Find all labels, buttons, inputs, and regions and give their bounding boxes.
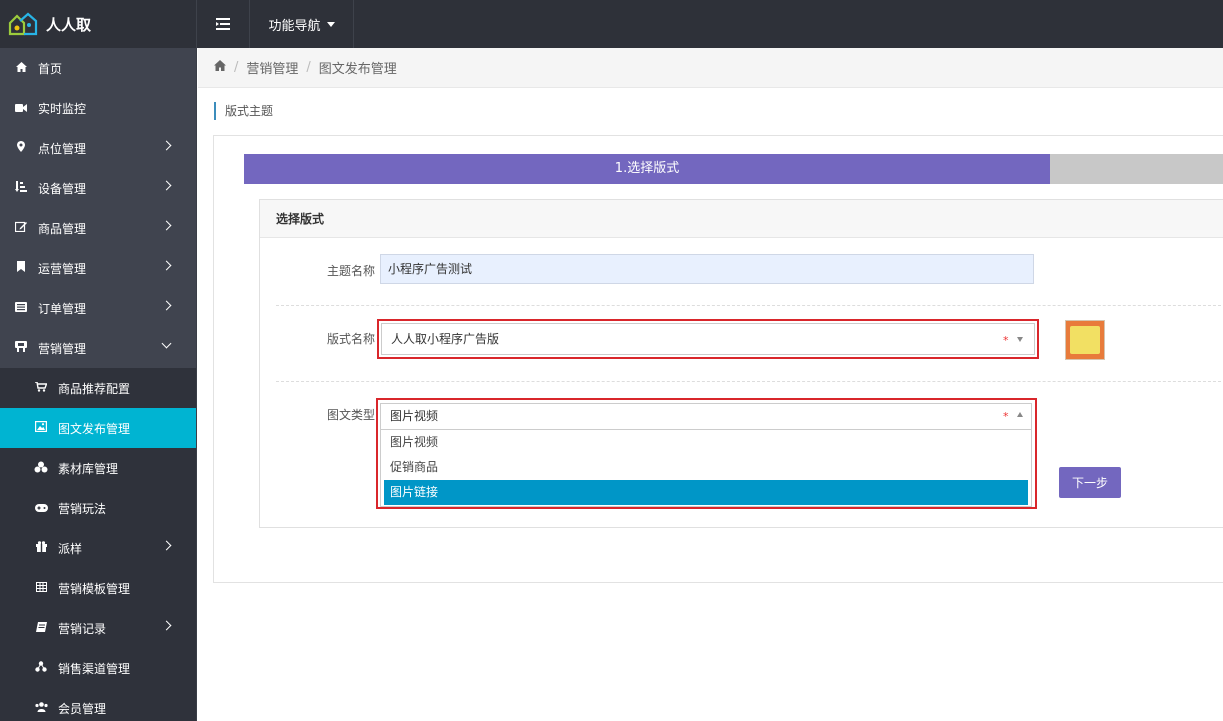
function-nav-dropdown[interactable]: 功能导航 xyxy=(250,0,354,48)
chevron-right-icon xyxy=(161,300,172,311)
marketing-submenu: 商品推荐配置 图文发布管理 素材库管理 营销玩法 派样 营销模板管理 营销记录 … xyxy=(0,368,196,721)
sidebar-item-home[interactable]: 首页 xyxy=(0,48,196,88)
gamepad-icon xyxy=(34,502,48,515)
breadcrumb-separator: / xyxy=(306,60,311,75)
layout-name-select[interactable]: 人人取小程序广告版 xyxy=(381,323,1035,355)
layout-name-label: 版式名称 xyxy=(327,332,376,346)
dropdown-arrow-icon[interactable] xyxy=(1017,337,1023,342)
sidebar-item-label: 商品推荐配置 xyxy=(58,381,131,396)
sidebar-item-label: 营销记录 xyxy=(58,621,107,636)
sidebar-item-label: 订单管理 xyxy=(38,301,87,316)
sidebar-item-sample[interactable]: 派样 xyxy=(0,528,196,568)
menu-toggle-button[interactable] xyxy=(197,0,250,48)
map-marker-icon xyxy=(14,141,28,155)
sidebar-item-label: 会员管理 xyxy=(58,701,107,716)
home-icon xyxy=(14,61,28,75)
breadcrumb-item: 图文发布管理 xyxy=(318,62,397,77)
image-icon xyxy=(34,421,48,435)
section-title: 版式主题 xyxy=(214,102,273,120)
sidebar-item-material[interactable]: 素材库管理 xyxy=(0,448,196,488)
sidebar-item-label: 运营管理 xyxy=(38,261,87,276)
breadcrumb-separator: / xyxy=(234,60,239,75)
panel-title: 选择版式 xyxy=(260,200,1223,238)
step-inactive xyxy=(1050,154,1223,184)
breadcrumb-item[interactable]: 营销管理 xyxy=(246,58,298,77)
sidebar-item-label: 首页 xyxy=(38,61,63,76)
sidebar-item-marketing[interactable]: 营销管理 xyxy=(0,328,196,368)
chevron-right-icon xyxy=(161,260,172,271)
sidebar-item-product-recommend[interactable]: 商品推荐配置 xyxy=(0,368,196,408)
sidebar-item-label: 商品管理 xyxy=(38,221,87,236)
sidebar-item-label: 设备管理 xyxy=(38,181,87,196)
caret-down-icon xyxy=(326,21,335,27)
theme-name-label: 主题名称 xyxy=(327,264,376,278)
sidebar-item-label: 实时监控 xyxy=(38,101,87,116)
users-icon xyxy=(34,701,48,715)
next-step-button[interactable]: 下一步 xyxy=(1059,467,1121,498)
logo[interactable]: 人人取 xyxy=(0,0,197,48)
sidebar-item-member[interactable]: 会员管理 xyxy=(0,688,196,721)
sidebar-item-device[interactable]: 设备管理 xyxy=(0,168,196,208)
breadcrumb: / 营销管理 / 图文发布管理 xyxy=(198,48,1223,88)
sidebar-item-label: 素材库管理 xyxy=(58,461,119,476)
layout-thumbnail-image[interactable] xyxy=(1065,320,1105,360)
chevron-right-icon xyxy=(161,620,172,631)
sidebar-item-order[interactable]: 订单管理 xyxy=(0,288,196,328)
chevron-right-icon xyxy=(161,180,172,191)
sidebar-item-sales-channel[interactable]: 销售渠道管理 xyxy=(0,648,196,688)
highlight-frame xyxy=(376,398,1037,509)
chevron-down-icon xyxy=(161,338,172,349)
app-name: 人人取 xyxy=(46,15,92,34)
sidebar: 首页 实时监控 点位管理 设备管理 商品管理 运营管理 订单管理 营销管理 商品… xyxy=(0,48,197,721)
sidebar-item-operation[interactable]: 运营管理 xyxy=(0,248,196,288)
image-type-label: 图文类型 xyxy=(327,408,376,422)
chevron-right-icon xyxy=(161,140,172,151)
sidebar-item-marketing-record[interactable]: 营销记录 xyxy=(0,608,196,648)
logo-icon xyxy=(8,12,38,36)
sidebar-item-product[interactable]: 商品管理 xyxy=(0,208,196,248)
bookmark-icon xyxy=(14,261,28,275)
divider xyxy=(276,381,1223,382)
divider xyxy=(276,305,1223,306)
layout-name-value: 人人取小程序广告版 xyxy=(391,332,500,346)
function-nav-label: 功能导航 xyxy=(268,18,321,34)
video-icon xyxy=(14,102,28,115)
theme-name-input[interactable]: 小程序广告测试 xyxy=(380,254,1034,284)
sidebar-item-marketing-play[interactable]: 营销玩法 xyxy=(0,488,196,528)
sidebar-item-label: 派样 xyxy=(58,541,83,556)
required-mark: * xyxy=(1003,334,1009,347)
sidebar-item-marketing-template[interactable]: 营销模板管理 xyxy=(0,568,196,608)
top-bar: 人人取 功能导航 xyxy=(0,0,1223,48)
sidebar-item-image-publish[interactable]: 图文发布管理 xyxy=(0,408,196,448)
sidebar-item-label: 点位管理 xyxy=(38,141,87,156)
cart-icon xyxy=(34,380,48,395)
table-icon xyxy=(34,581,48,595)
home-icon[interactable] xyxy=(214,60,226,75)
book-icon xyxy=(34,621,48,635)
chevron-right-icon xyxy=(161,540,172,551)
sidebar-item-label: 营销管理 xyxy=(38,341,87,356)
step-active: 1.选择版式 xyxy=(244,154,1050,184)
sidebar-item-location[interactable]: 点位管理 xyxy=(0,128,196,168)
sidebar-item-monitor[interactable]: 实时监控 xyxy=(0,88,196,128)
list-icon xyxy=(14,301,28,315)
gift-icon xyxy=(34,541,48,555)
thumbnail-graphic xyxy=(1070,326,1100,354)
sidebar-item-label: 营销玩法 xyxy=(58,501,107,516)
chevron-right-icon xyxy=(161,220,172,231)
share-icon xyxy=(34,661,48,675)
step-progress: 1.选择版式 xyxy=(244,154,1223,184)
sort-icon xyxy=(14,181,28,195)
sidebar-item-label: 图文发布管理 xyxy=(58,421,131,436)
sidebar-item-label: 营销模板管理 xyxy=(58,581,131,596)
menu-icon xyxy=(216,18,230,30)
cubes-icon xyxy=(34,461,48,476)
edit-icon xyxy=(14,221,28,235)
marketing-icon xyxy=(14,341,28,355)
sidebar-item-label: 销售渠道管理 xyxy=(58,661,131,676)
